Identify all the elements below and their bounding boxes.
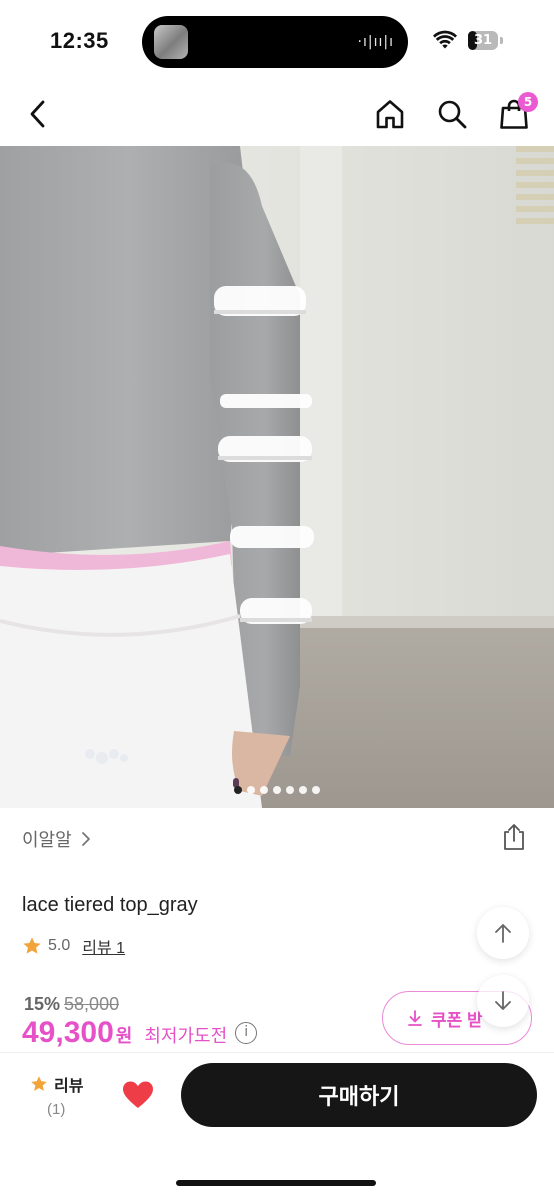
battery-percent: 31 [473, 33, 493, 48]
dynamic-island[interactable]: ·ı|ıı|ı [142, 16, 408, 68]
original-price: 58,000 [64, 994, 120, 1014]
carousel-dot[interactable] [247, 786, 255, 794]
discount-rate: 15% [24, 994, 61, 1014]
product-photo [0, 146, 554, 808]
chevron-right-icon [81, 832, 90, 846]
home-icon [376, 100, 404, 129]
back-button[interactable] [20, 96, 56, 132]
home-indicator[interactable] [176, 1180, 376, 1186]
audio-wave-icon: ·ı|ıı|ı [357, 34, 394, 50]
arrow-up-icon [495, 924, 511, 943]
status-bar: 12:35 ·ı|ıı|ı 31 [0, 0, 554, 84]
product-title: lace tiered top_gray [22, 894, 198, 916]
star-icon [23, 937, 41, 954]
carousel-dot[interactable] [299, 786, 307, 794]
scroll-up-button[interactable] [477, 907, 529, 959]
product-image[interactable] [0, 146, 554, 808]
carousel-dot[interactable] [286, 786, 294, 794]
carousel-dot[interactable] [312, 786, 320, 794]
image-carousel-dots[interactable] [0, 786, 554, 796]
download-icon [408, 1010, 422, 1026]
now-playing-artwork [154, 25, 188, 59]
buy-button[interactable]: 구매하기 [181, 1063, 537, 1127]
rating-summary: 5.0 리뷰 1 [22, 934, 125, 958]
bottom-review-label: 리뷰 [54, 1078, 84, 1095]
home-button[interactable] [372, 96, 408, 132]
chevron-left-icon [30, 100, 45, 128]
rating-value: 5.0 [48, 937, 71, 954]
carousel-dot[interactable] [273, 786, 281, 794]
coupon-label: 쿠폰 받 [431, 1010, 483, 1030]
brand-link[interactable]: 이알알 [22, 826, 92, 852]
lowest-price-label: 최저가도전 [144, 1026, 228, 1046]
heart-icon[interactable] [122, 1080, 154, 1110]
battery-icon: 31 [468, 31, 498, 50]
scroll-down-button[interactable] [477, 975, 529, 1027]
info-icon[interactable]: i [235, 1022, 258, 1044]
arrow-down-icon [495, 991, 511, 1010]
currency-unit: 원 [115, 1026, 133, 1046]
star-icon [31, 1076, 47, 1091]
bottom-review-count: (1) [47, 1101, 66, 1118]
carousel-dot[interactable] [234, 786, 242, 794]
wifi-icon [433, 30, 457, 49]
status-time: 12:35 [50, 28, 109, 53]
bottom-review-button[interactable]: 리뷰 [30, 1072, 83, 1096]
price-row: 49,300 원 최저가도전 i [22, 1016, 258, 1050]
search-icon [438, 100, 467, 129]
review-link[interactable]: 리뷰 1 [82, 934, 125, 958]
brand-name: 이알알 [22, 830, 72, 850]
battery-cap [500, 37, 503, 44]
carousel-dot[interactable] [260, 786, 268, 794]
share-icon[interactable] [500, 822, 528, 852]
search-button[interactable] [434, 96, 470, 132]
cart-count-badge: 5 [518, 92, 538, 112]
sale-price: 49,300 [22, 1016, 114, 1049]
discount-info: 15% 58,000 [24, 994, 119, 1015]
top-nav [0, 84, 554, 146]
